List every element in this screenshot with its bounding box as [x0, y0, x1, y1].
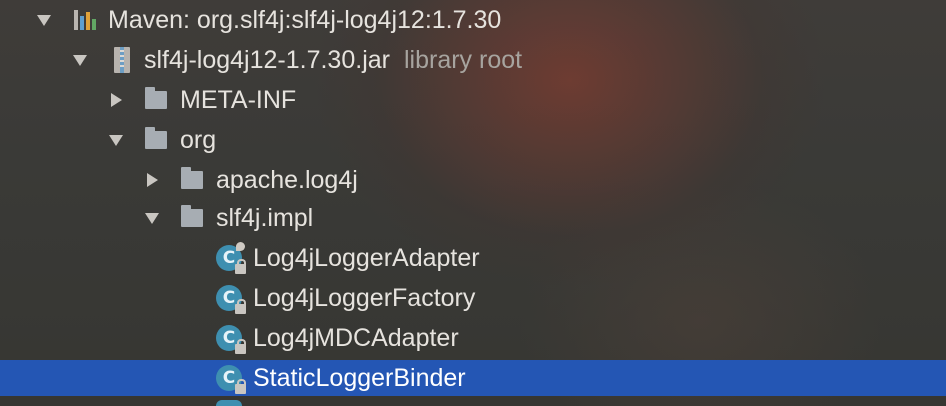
- expand-arrow-down-icon[interactable]: [68, 48, 92, 72]
- meta-inf-label: META-INF: [180, 85, 297, 114]
- folder-icon: [142, 86, 170, 114]
- tree-row-class[interactable]: C Log4jLoggerFactory: [0, 278, 946, 318]
- project-tree[interactable]: Maven: org.slf4j:slf4j-log4j12:1.7.30 sl…: [0, 0, 946, 406]
- jar-archive-icon: [108, 46, 136, 74]
- tree-row-jar[interactable]: slf4j-log4j12-1.7.30.jar library root: [0, 40, 946, 80]
- expand-arrow-right-icon[interactable]: [140, 168, 164, 192]
- tree-row-meta-inf[interactable]: META-INF: [0, 80, 946, 120]
- tree-row-class[interactable]: C Log4jMDCAdapter: [0, 318, 946, 358]
- class-icon: C: [215, 364, 246, 394]
- maven-library-icon: [72, 6, 100, 34]
- tree-row-apache-log4j[interactable]: apache.log4j: [0, 160, 946, 200]
- expand-arrow-down-icon[interactable]: [140, 206, 164, 230]
- tree-row-class-selected[interactable]: C StaticLoggerBinder: [0, 360, 946, 396]
- tree-row-org[interactable]: org: [0, 120, 946, 160]
- tree-row-class[interactable]: C Log4jLoggerAdapter: [0, 238, 946, 278]
- class-label: Log4jMDCAdapter: [253, 323, 459, 352]
- slf4j-impl-label: slf4j.impl: [216, 203, 314, 232]
- class-label: StaticLoggerBinder: [253, 363, 466, 392]
- class-icon: C: [215, 242, 246, 274]
- jar-label: slf4j-log4j12-1.7.30.jar: [144, 45, 390, 74]
- class-label: Log4jLoggerAdapter: [253, 243, 480, 272]
- partial-class-icon: [216, 400, 242, 406]
- tree-row-maven-library[interactable]: Maven: org.slf4j:slf4j-log4j12:1.7.30: [0, 0, 946, 40]
- expand-arrow-down-icon[interactable]: [32, 8, 56, 32]
- expand-arrow-down-icon[interactable]: [104, 128, 128, 152]
- maven-library-label: Maven: org.slf4j:slf4j-log4j12:1.7.30: [108, 5, 502, 34]
- package-folder-icon: [142, 126, 170, 154]
- package-folder-icon: [178, 204, 206, 232]
- jar-label-group: slf4j-log4j12-1.7.30.jar library root: [144, 46, 522, 75]
- tree-row-slf4j-impl[interactable]: slf4j.impl: [0, 198, 946, 238]
- class-icon: C: [215, 324, 246, 354]
- expand-arrow-right-icon[interactable]: [104, 88, 128, 112]
- library-root-hint: library root: [403, 45, 523, 74]
- org-label: org: [180, 125, 217, 154]
- class-icon: C: [215, 284, 246, 314]
- apache-log4j-label: apache.log4j: [216, 165, 358, 194]
- class-label: Log4jLoggerFactory: [253, 283, 476, 312]
- package-folder-icon: [178, 166, 206, 194]
